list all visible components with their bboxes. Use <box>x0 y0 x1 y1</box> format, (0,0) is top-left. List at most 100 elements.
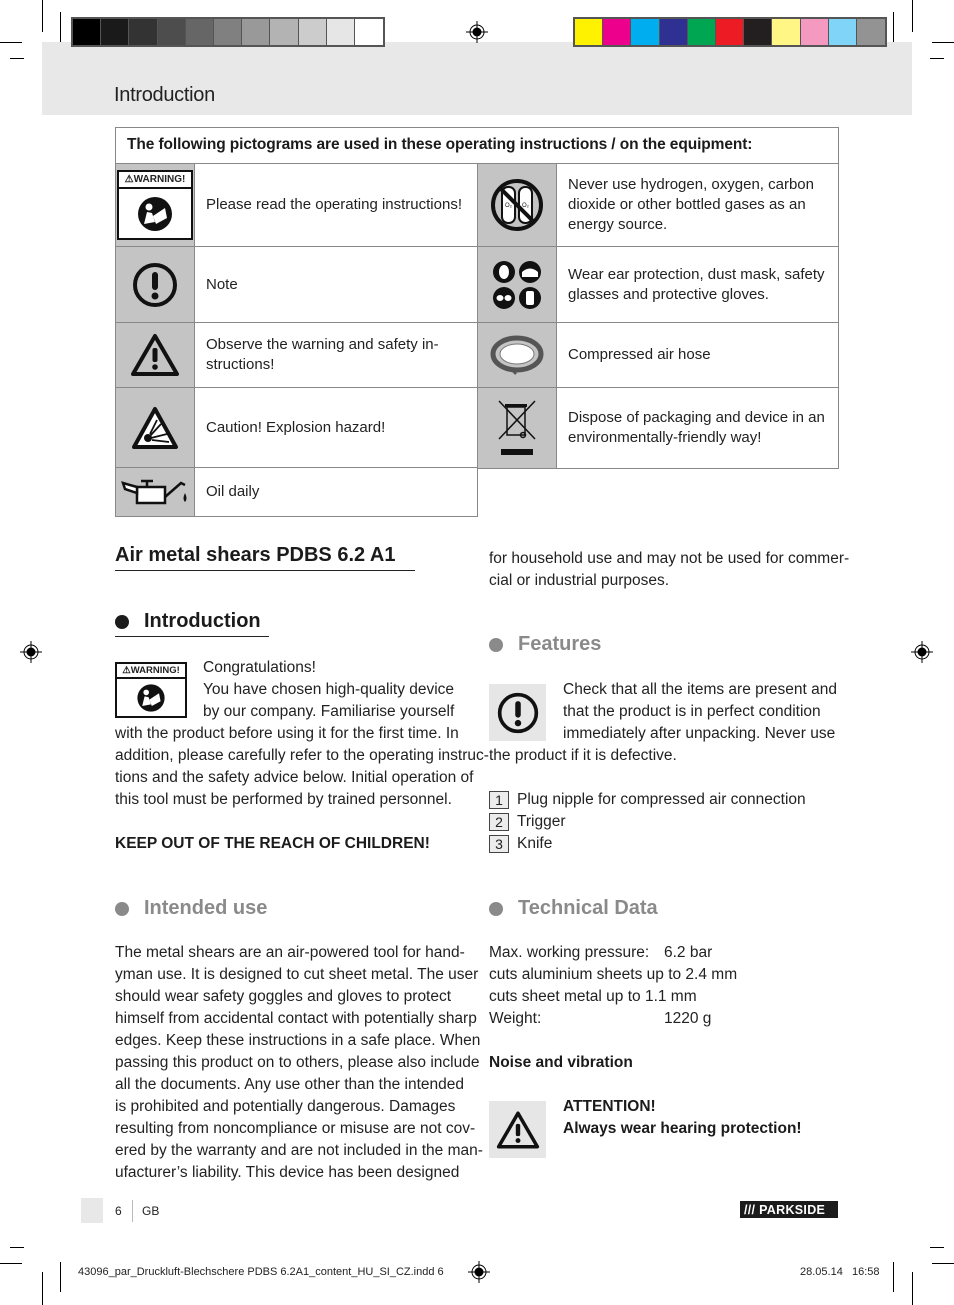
read-manual-warning-icon: ⚠ WARNING! <box>117 170 193 240</box>
item-label: Trigger <box>517 813 566 830</box>
attention-label: ATTENTION! <box>563 1098 656 1115</box>
svg-text:O₂: O₂ <box>522 203 530 209</box>
color-swatch <box>73 19 102 45</box>
text-line: all the documents. Any use other than th… <box>115 1076 464 1093</box>
section-heading-text: Features <box>518 633 602 655</box>
attention-notice: ATTENTION! Always wear hearing protectio… <box>563 1096 802 1140</box>
crop-mark <box>60 1262 61 1292</box>
pictogram-icon-cell: ⚠ WARNING! <box>115 163 195 247</box>
pictogram-table: The following pictograms are used in the… <box>115 127 839 517</box>
section-heading-text: Technical Data <box>518 897 658 919</box>
crop-mark <box>932 42 954 43</box>
text-line: himself from accidental contact with pot… <box>115 1010 477 1027</box>
color-swatch <box>687 19 716 45</box>
file-name: 43096_par_Druckluft-Blechschere PDBS 6.2… <box>78 1266 444 1278</box>
pictogram-icon-cell: O₂ O₂ <box>477 163 557 247</box>
pictogram-text: Please read the operating instructions! <box>194 163 478 247</box>
pictogram-icon-cell <box>115 467 195 517</box>
list-item: 1 Plug nipple for compressed air connecti… <box>489 789 806 811</box>
list-item: 2 Trigger <box>489 811 806 833</box>
pictogram-text: Oil daily <box>194 467 478 517</box>
pictogram-icon-cell <box>477 322 557 388</box>
bullet-icon <box>115 901 129 916</box>
crop-mark <box>893 1262 894 1292</box>
color-swatch <box>157 19 186 45</box>
noise-heading: Noise and vibration <box>489 1054 633 1071</box>
color-swatch <box>715 19 745 45</box>
product-title: Air metal shears PDBS 6.2 A1 <box>115 544 415 571</box>
crop-mark <box>10 58 24 59</box>
warning-label: WARNING! <box>130 665 180 676</box>
crop-mark <box>0 1263 22 1264</box>
crop-mark <box>42 0 43 32</box>
bullet-icon <box>489 901 503 916</box>
features-text-beside-icon: Check that all the items are present and… <box>563 679 837 745</box>
crop-mark <box>912 1272 913 1305</box>
text-line: ufacturer’s liability. This device has b… <box>115 1164 460 1181</box>
grey-calibration-bar <box>71 17 386 47</box>
color-swatch <box>631 19 660 45</box>
text-line: resulting from noncompliance or misuse a… <box>115 1120 476 1137</box>
section-heading-text: Introduction <box>144 610 261 632</box>
svg-text:O₂: O₂ <box>505 203 513 209</box>
color-swatch <box>575 19 604 45</box>
text-line: should wear safety goggles and gloves to… <box>115 988 452 1005</box>
pictogram-icon-cell <box>115 322 195 388</box>
air-hose-icon <box>490 335 544 375</box>
note-exclamation-icon <box>497 692 538 733</box>
color-swatch <box>101 19 130 45</box>
file-time: 16:58 <box>852 1266 880 1278</box>
text-line: is prohibited and potentially dangerous.… <box>115 1098 456 1115</box>
spec-value: 6.2 bar <box>664 944 713 961</box>
read-manual-warning-icon: ⚠ WARNING! <box>115 662 187 718</box>
spec-label: cuts sheet metal up to 1.1 mm <box>489 988 697 1005</box>
text-line: addition, please carefully refer to the … <box>115 747 489 764</box>
spec-row: Max. working pressure: 6.2 bar <box>489 942 737 964</box>
color-swatch <box>298 19 327 45</box>
intended-use-paragraph: The metal shears are an air-powered tool… <box>115 942 483 1184</box>
crop-mark <box>930 1247 944 1248</box>
pictogram-icon-cell <box>115 246 195 323</box>
note-icon-box <box>489 684 546 741</box>
oil-can-icon <box>121 479 187 505</box>
crop-mark <box>42 1272 43 1305</box>
crop-mark <box>930 58 944 59</box>
pictogram-text: Compressed air hose <box>556 322 839 388</box>
crop-mark <box>10 1247 24 1248</box>
section-heading-intended-use: Intended use <box>115 897 267 920</box>
footer-divider <box>132 1200 133 1222</box>
bullet-icon <box>489 637 503 652</box>
text-line: Check that all the items are present and <box>563 681 837 698</box>
spec-row: cuts aluminium sheets up to 2.4 mm <box>489 964 737 986</box>
color-swatch <box>354 19 384 45</box>
note-exclamation-icon <box>133 262 177 307</box>
page-number: 6 <box>115 1204 122 1218</box>
item-number: 3 <box>489 835 509 853</box>
text-line: by our company. Familiarise yourself <box>203 703 455 720</box>
text-line: cial or industrial purposes. <box>489 572 670 589</box>
file-date: 28.05.14 <box>800 1266 843 1278</box>
item-number: 2 <box>489 813 509 831</box>
language-code: GB <box>142 1204 160 1218</box>
explosion-hazard-icon <box>132 406 178 449</box>
warning-label: WARNING! <box>133 174 186 185</box>
item-label: Plug nipple for compressed air connectio… <box>517 791 806 808</box>
text-line: tions and the safety advice below. Initi… <box>115 769 474 786</box>
pictogram-icon-cell <box>477 387 557 469</box>
page-number-tab <box>81 1198 103 1223</box>
item-number: 1 <box>489 791 509 809</box>
crop-mark <box>912 0 913 32</box>
features-text-after: the product if it is defective. <box>489 747 677 764</box>
color-calibration-bar <box>573 17 888 47</box>
section-heading-text: Intended use <box>144 897 268 919</box>
bullet-icon <box>115 614 129 629</box>
text-line: yman use. It is designed to cut sheet me… <box>115 966 479 983</box>
pictogram-icon-cell <box>477 246 557 323</box>
pictogram-text: Never use hydrogen, oxygen, carbon dioxi… <box>556 163 839 247</box>
pictogram-text: Wear ear protection, dust mask, safety g… <box>556 246 839 323</box>
section-heading-features: Features <box>489 633 601 656</box>
color-swatch <box>270 19 299 45</box>
spec-value: 1220 g <box>664 1010 712 1027</box>
warning-triangle-icon <box>131 334 179 376</box>
color-swatch <box>213 19 243 45</box>
